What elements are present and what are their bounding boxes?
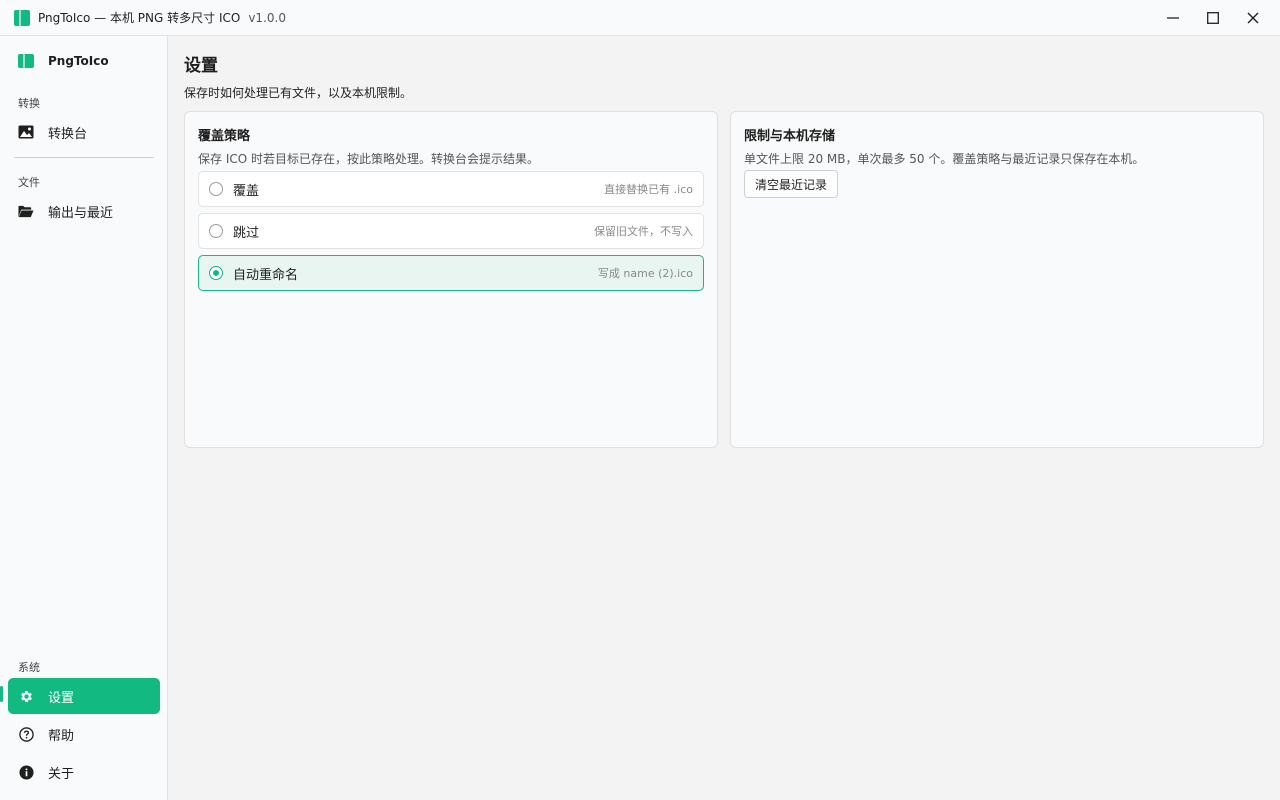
close-button[interactable] [1233, 0, 1273, 36]
radio-button[interactable] [209, 224, 223, 238]
option-label: 自动重命名 [233, 267, 299, 283]
card-title: 覆盖策略 [198, 129, 251, 144]
radio-button[interactable] [209, 182, 223, 196]
option-skip[interactable]: 跳过 保留旧文件，不写入 [198, 213, 704, 249]
question-circle-icon [18, 726, 34, 742]
maximize-button[interactable] [1193, 0, 1233, 36]
option-label: 跳过 [233, 225, 260, 241]
option-label: 覆盖 [233, 183, 260, 199]
sidebar-item-label: 关于 [48, 766, 75, 782]
window-title: PngToIco — 本机 PNG 转多尺寸 ICO [38, 11, 241, 25]
image-icon [18, 124, 34, 140]
card-description: 保存 ICO 时若目标已存在，按此策略处理。转换台会提示结果。 [198, 152, 539, 166]
radio-button[interactable] [209, 266, 223, 280]
section-label-file: 文件 [18, 176, 40, 189]
sidebar: PngToIco 转换 转换台 文件 输出与最近 系统 设置 帮助 关于 [0, 36, 168, 800]
option-overwrite[interactable]: 覆盖 直接替换已有 .ico [198, 171, 704, 207]
sidebar-item-workbench[interactable]: 转换台 [8, 114, 160, 150]
sidebar-item-label: 设置 [48, 690, 75, 706]
title-bar: PngToIco — 本机 PNG 转多尺寸 ICO v1.0.0 [0, 0, 1280, 36]
minimize-button[interactable] [1153, 0, 1193, 36]
brand-logo-icon [18, 54, 34, 68]
folder-open-icon [18, 203, 34, 219]
info-icon [18, 764, 34, 780]
sidebar-item-label: 转换台 [48, 126, 88, 142]
option-hint: 直接替换已有 .ico [604, 183, 693, 196]
card-title: 限制与本机存储 [744, 129, 836, 144]
sidebar-item-help[interactable]: 帮助 [8, 716, 160, 752]
option-hint: 写成 name (2).ico [597, 267, 693, 280]
sidebar-divider [14, 157, 154, 158]
sidebar-item-label: 输出与最近 [48, 205, 114, 221]
section-label-convert: 转换 [18, 97, 40, 110]
gear-icon [18, 688, 34, 704]
card-description: 单文件上限 20 MB，单次最多 50 个。覆盖策略与最近记录只保存在本机。 [744, 152, 1145, 166]
minimize-icon [1167, 17, 1179, 19]
overwrite-policy-card: 覆盖策略 保存 ICO 时若目标已存在，按此策略处理。转换台会提示结果。 覆盖 … [184, 111, 718, 448]
page-title: 设置 [184, 56, 218, 76]
option-hint: 保留旧文件，不写入 [594, 225, 693, 238]
active-indicator [0, 686, 3, 702]
app-icon [14, 9, 30, 26]
maximize-icon [1207, 12, 1219, 24]
page-subtitle: 保存时如何处理已有文件，以及本机限制。 [184, 86, 413, 100]
brand-name: PngToIco [48, 54, 109, 68]
sidebar-item-label: 帮助 [48, 728, 75, 744]
version-label: v1.0.0 [248, 10, 286, 25]
limits-storage-card: 限制与本机存储 单文件上限 20 MB，单次最多 50 个。覆盖策略与最近记录只… [730, 111, 1264, 448]
sidebar-item-output[interactable]: 输出与最近 [8, 193, 160, 229]
close-icon [1247, 12, 1259, 24]
sidebar-item-settings[interactable]: 设置 [8, 678, 160, 714]
sidebar-item-about[interactable]: 关于 [8, 754, 160, 790]
section-label-system: 系统 [18, 661, 40, 674]
sidebar-brand: PngToIco [18, 54, 109, 68]
option-auto-rename[interactable]: 自动重命名 写成 name (2).ico [198, 255, 704, 291]
clear-recent-button[interactable]: 清空最近记录 [744, 170, 839, 198]
